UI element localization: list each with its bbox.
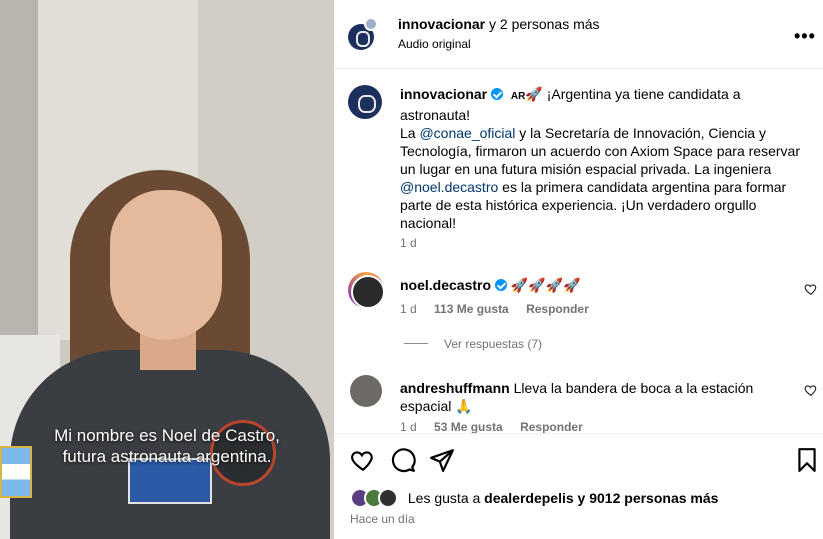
comment-text: andreshuffmann Lleva la bandera de boca …: [400, 379, 780, 415]
author-username[interactable]: innovacionar: [398, 16, 485, 32]
ar-flag-label: AR: [510, 91, 526, 102]
share-icon[interactable]: [429, 447, 455, 473]
post-header: innovacionar y 2 personas más Audio orig…: [334, 0, 823, 69]
reel-video[interactable]: Mi nombre es Noel de Castro, futura astr…: [0, 0, 334, 539]
posted-ago[interactable]: Hace un día: [350, 512, 415, 526]
likes-prefix: Les gusta a: [407, 490, 485, 506]
comment-icon[interactable]: [390, 447, 416, 473]
replies-divider: [404, 343, 428, 344]
comment-likes[interactable]: 53 Me gusta: [434, 420, 503, 434]
header-title: innovacionar y 2 personas más: [398, 16, 600, 32]
post-caption: innovacionar AR🚀 ¡Argentina ya tiene can…: [400, 85, 800, 232]
commenter-avatar[interactable]: [350, 375, 382, 407]
comment-username[interactable]: noel.decastro: [400, 277, 491, 293]
comment-meta: 1 d 113 Me gusta Responder: [400, 302, 603, 316]
mention-conae[interactable]: @conae_oficial: [419, 125, 515, 141]
reply-button[interactable]: Responder: [526, 302, 589, 316]
rocket-emoji: 🚀: [525, 86, 543, 102]
comment-time[interactable]: 1 d: [400, 302, 417, 316]
verified-icon: [491, 88, 504, 100]
more-horizontal-icon[interactable]: •••: [794, 26, 816, 47]
likes-suffix[interactable]: y 9012 personas más: [574, 490, 719, 506]
like-icon[interactable]: [350, 447, 376, 473]
video-caption: Mi nombre es Noel de Castro, futura astr…: [0, 425, 334, 467]
likers-avatars[interactable]: [350, 488, 402, 508]
mention-noel[interactable]: @noel.decastro: [400, 179, 498, 195]
verified-icon: [494, 279, 507, 291]
caption-line-2: futura astronauta argentina.: [62, 447, 272, 466]
audio-label[interactable]: Audio original: [398, 37, 471, 51]
caption-author-avatar[interactable]: [348, 85, 382, 119]
coauthors-label[interactable]: y 2 personas más: [489, 16, 600, 32]
reply-button[interactable]: Responder: [520, 420, 583, 434]
likes-summary: Les gusta a dealerdepelis y 9012 persona…: [350, 488, 718, 508]
caption-username[interactable]: innovacionar: [400, 86, 487, 102]
comment-heart-icon[interactable]: [804, 282, 818, 296]
post-actions-bar: Les gusta a dealerdepelis y 9012 persona…: [334, 433, 823, 539]
likes-user[interactable]: dealerdepelis: [484, 490, 574, 506]
comment-text: noel.decastro 🚀🚀🚀🚀: [400, 276, 780, 294]
bookmark-icon[interactable]: [794, 447, 820, 473]
liker-avatar: [378, 488, 398, 508]
commenter-avatar[interactable]: [348, 272, 385, 309]
comment-heart-icon[interactable]: [804, 383, 818, 397]
instagram-post-view: Mi nombre es Noel de Castro, futura astr…: [0, 0, 823, 539]
post-sidebar: innovacionar y 2 personas más Audio orig…: [334, 0, 823, 539]
comment-meta: 1 d 53 Me gusta Responder: [400, 420, 597, 434]
comment-body: 🚀🚀🚀🚀: [510, 277, 581, 293]
comment-username[interactable]: andreshuffmann: [400, 380, 510, 396]
coauthor-avatar[interactable]: [364, 17, 378, 31]
post-time[interactable]: 1 d: [400, 236, 417, 250]
caption-text-2: La: [400, 125, 420, 141]
view-replies-link[interactable]: Ver respuestas (7): [404, 337, 542, 351]
person-face: [110, 190, 222, 340]
view-replies-label[interactable]: Ver respuestas (7): [444, 337, 542, 351]
comment-time[interactable]: 1 d: [400, 420, 417, 434]
comment-likes[interactable]: 113 Me gusta: [434, 302, 509, 316]
caption-line-1: Mi nombre es Noel de Castro,: [54, 426, 280, 445]
